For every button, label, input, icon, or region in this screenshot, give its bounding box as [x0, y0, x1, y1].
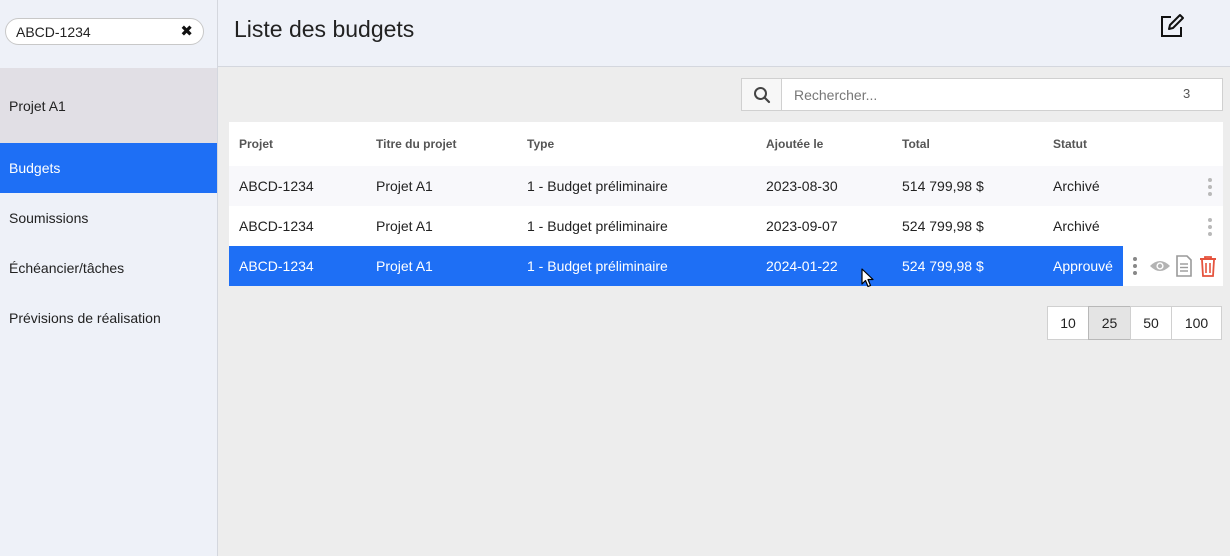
cell-statut: Archivé	[1053, 218, 1100, 234]
cell-titre: Projet A1	[376, 178, 433, 194]
page-size-25[interactable]: 25	[1088, 306, 1131, 340]
cell-projet: ABCD-1234	[239, 178, 314, 194]
mouse-cursor-icon	[861, 268, 875, 291]
sidebar-item-label: Budgets	[9, 160, 61, 176]
page-size-50[interactable]: 50	[1130, 306, 1172, 340]
row-actions	[1123, 246, 1223, 286]
cell-titre: Projet A1	[376, 258, 433, 274]
page-size-10[interactable]: 10	[1047, 306, 1089, 340]
document-icon[interactable]	[1175, 255, 1193, 277]
column-header-total[interactable]: Total	[892, 137, 1043, 151]
sidebar-item-budgets[interactable]: Budgets	[0, 143, 217, 193]
sidebar-project-name[interactable]: Projet A1	[0, 68, 217, 143]
trash-icon[interactable]	[1199, 255, 1217, 277]
more-vertical-icon[interactable]	[1131, 257, 1139, 275]
table-header: Projet Titre du projet Type Ajoutée le T…	[229, 122, 1223, 166]
table-row-selected[interactable]: ABCD-1234 Projet A1 1 - Budget prélimina…	[229, 246, 1223, 286]
page-title: Liste des budgets	[234, 16, 415, 42]
table-row[interactable]: ABCD-1234 Projet A1 1 - Budget prélimina…	[229, 206, 1223, 246]
cell-projet: ABCD-1234	[239, 258, 314, 274]
search-button[interactable]	[741, 78, 782, 111]
page-header: Liste des budgets	[218, 0, 1230, 67]
column-header-date[interactable]: Ajoutée le	[756, 137, 892, 151]
budgets-table: Projet Titre du projet Type Ajoutée le T…	[229, 122, 1223, 286]
column-header-projet[interactable]: Projet	[229, 137, 366, 151]
project-search: ✖	[5, 18, 204, 45]
cell-total: 524 799,98 $	[902, 218, 984, 234]
column-header-titre[interactable]: Titre du projet	[366, 137, 517, 151]
cell-date: 2023-08-30	[766, 178, 838, 194]
sidebar-item-label: Soumissions	[9, 210, 89, 226]
project-name-label: Projet A1	[9, 97, 66, 114]
cell-date: 2023-09-07	[766, 218, 838, 234]
cell-total: 514 799,98 $	[902, 178, 984, 194]
sidebar-nav: Budgets Soumissions Échéancier/tâches Pr…	[0, 143, 217, 343]
sidebar-item-echeancier[interactable]: Échéancier/tâches	[0, 243, 217, 293]
cell-type: 1 - Budget préliminaire	[527, 218, 668, 234]
cell-projet: ABCD-1234	[239, 218, 314, 234]
sidebar-item-previsions[interactable]: Prévisions de réalisation	[0, 293, 217, 343]
sidebar: ✖ Projet A1 Budgets Soumissions Échéanci…	[0, 0, 218, 556]
search-result-count: 3	[1183, 86, 1191, 101]
cell-statut: Archivé	[1053, 178, 1100, 194]
search-input[interactable]	[781, 78, 1223, 111]
sidebar-item-label: Échéancier/tâches	[9, 260, 125, 276]
eye-icon[interactable]	[1149, 259, 1171, 273]
cell-total: 524 799,98 $	[902, 258, 984, 274]
project-search-input[interactable]	[16, 23, 181, 40]
more-vertical-icon[interactable]	[1206, 218, 1214, 236]
page-size-100[interactable]: 100	[1171, 306, 1222, 340]
cell-type: 1 - Budget préliminaire	[527, 258, 668, 274]
cell-titre: Projet A1	[376, 218, 433, 234]
edit-icon[interactable]	[1158, 12, 1186, 40]
column-header-statut[interactable]: Statut	[1043, 137, 1143, 151]
table-row[interactable]: ABCD-1234 Projet A1 1 - Budget prélimina…	[229, 166, 1223, 206]
column-header-type[interactable]: Type	[517, 137, 756, 151]
sidebar-item-soumissions[interactable]: Soumissions	[0, 193, 217, 243]
close-icon[interactable]: ✖	[180, 24, 193, 39]
page-size-selector: 10 25 50 100	[1047, 306, 1222, 340]
sidebar-item-label: Prévisions de réalisation	[9, 310, 161, 326]
cell-type: 1 - Budget préliminaire	[527, 178, 668, 194]
more-vertical-icon[interactable]	[1206, 178, 1214, 196]
search-icon	[753, 86, 770, 103]
